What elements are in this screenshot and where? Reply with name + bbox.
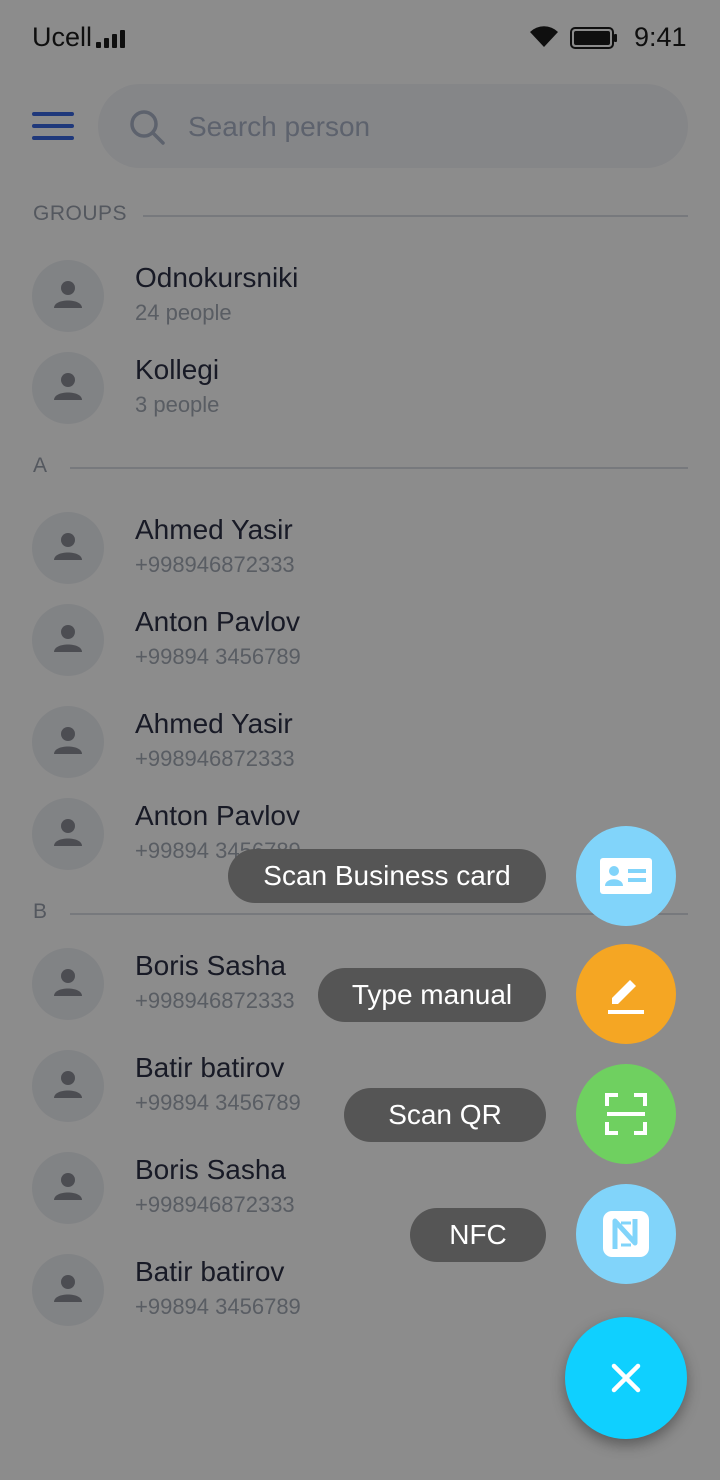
nfc-icon [603, 1211, 649, 1257]
nfc-button[interactable] [576, 1184, 676, 1284]
close-icon [611, 1363, 641, 1393]
type-manual-button[interactable] [576, 944, 676, 1044]
qr-scan-icon [605, 1093, 647, 1135]
scan-business-card-label[interactable]: Scan Business card [228, 849, 546, 903]
type-manual-label[interactable]: Type manual [318, 968, 546, 1022]
close-fab-button[interactable] [565, 1317, 687, 1439]
pencil-icon [608, 980, 644, 1014]
nfc-label[interactable]: NFC [410, 1208, 546, 1262]
business-card-icon [600, 858, 652, 894]
scan-qr-button[interactable] [576, 1064, 676, 1164]
scan-business-card-button[interactable] [576, 826, 676, 926]
scan-qr-label[interactable]: Scan QR [344, 1088, 546, 1142]
